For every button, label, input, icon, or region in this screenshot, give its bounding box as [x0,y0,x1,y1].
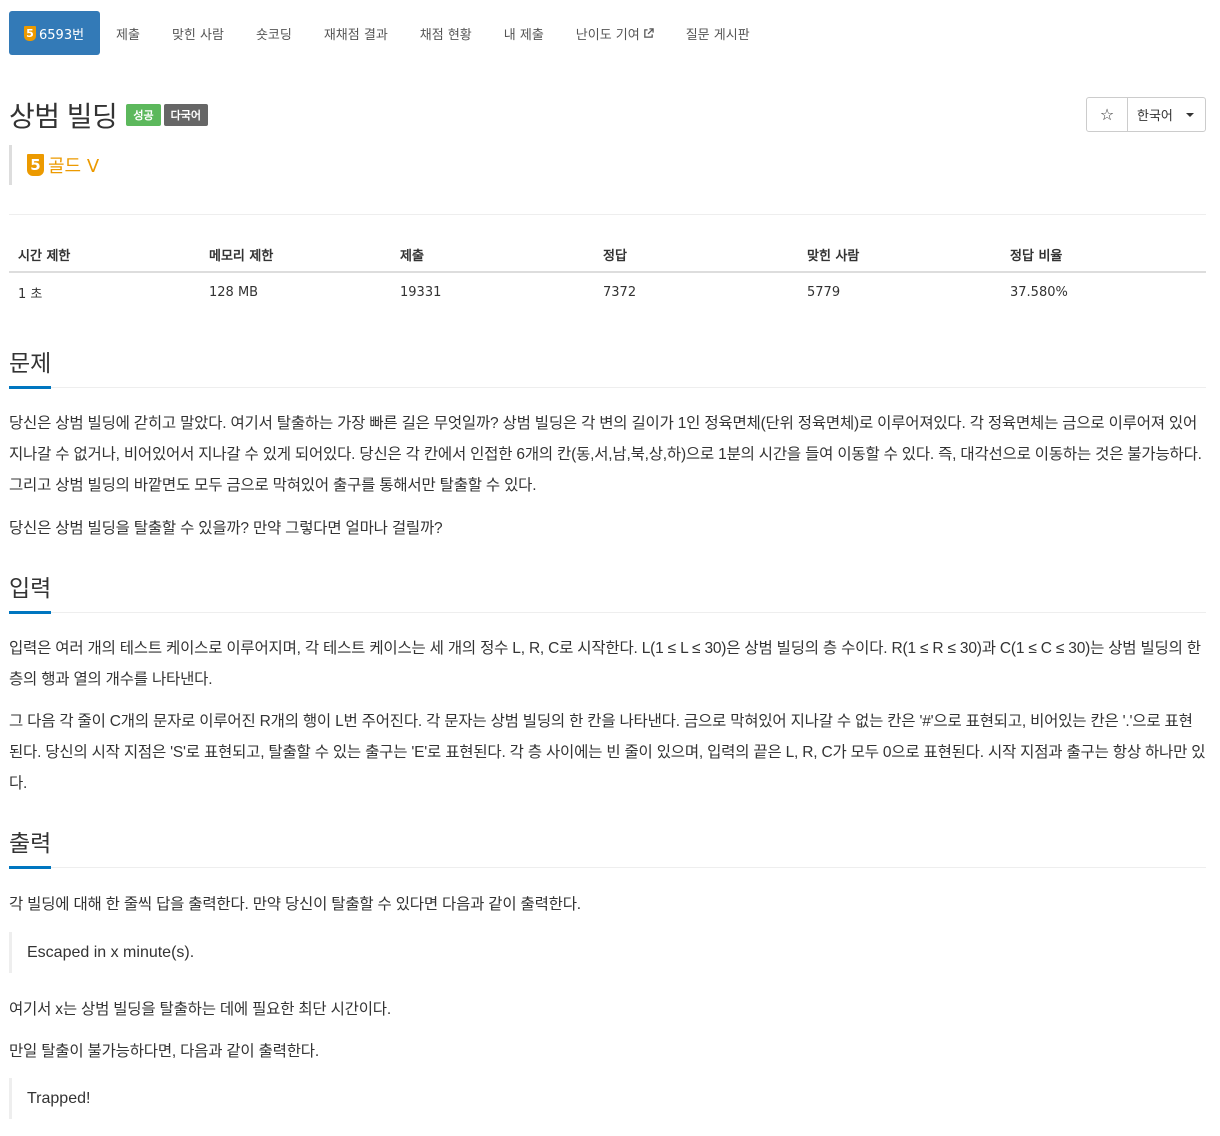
table-header-row: 시간 제한 메모리 제한 제출 정답 맞힌 사람 정답 비율 [9,237,1206,273]
star-button[interactable]: ☆ [1087,98,1128,131]
language-select-value: 한국어 [1137,109,1173,124]
divider [9,214,1206,215]
tab-solved-users[interactable]: 맞힌 사람 [156,11,240,55]
problem-description: 당신은 상범 빌딩에 갇히고 말았다. 여기서 탈출하는 가장 빠른 길은 무엇… [9,415,1202,494]
tab-rejudge[interactable]: 재채점 결과 [308,11,404,55]
tab-status[interactable]: 채점 현황 [404,11,488,55]
table-cell: 19331 [400,284,442,300]
table-cell: 128 MB [209,284,259,300]
language-select[interactable]: 한국어 [1128,98,1205,131]
tab-my-submissions[interactable]: 내 제출 [488,11,560,55]
input-description: 그 다음 각 줄이 C개의 문자로 이루어진 R개의 행이 L번 주어진다. 각… [9,713,1206,792]
table-row: 1 초 128 MB 19331 7372 5779 37.580% [9,272,1206,311]
tab-difficulty[interactable]: 난이도 기여 [560,11,670,55]
output-description: 각 빌딩에 대해 한 줄씩 답을 출력한다. 만약 당신이 탈출할 수 있다면 … [9,896,581,913]
tab-problem-label: 6593번 [39,27,85,43]
table-cell: 5779 [807,284,841,300]
output-sample-block: Trapped! [9,1078,1206,1119]
page-title: 상범 빌딩 [9,101,118,132]
input-description: 입력은 여러 개의 테스트 케이스로 이루어지며, 각 테스트 케이스는 세 개… [9,640,1201,688]
status-badge-multilang: 다국어 [163,104,208,126]
tab-questions[interactable]: 질문 게시판 [670,11,766,55]
output-sample-text: Trapped! [27,1089,91,1107]
section-title: 문제 [9,344,52,389]
section-title: 출력 [9,824,52,869]
section-input-header: 입력 [9,569,1206,614]
language-control: ☆ 한국어 [1086,97,1206,132]
table-header: 메모리 제한 [200,237,391,273]
tab-problem[interactable]: 5 6593번 [9,11,101,55]
section-output-header: 출력 [9,824,1206,869]
table-header: 정답 [594,237,798,273]
table-cell: 7372 [603,284,637,300]
status-badge-success: 성공 [126,104,161,126]
problem-stats-table: 시간 제한 메모리 제한 제출 정답 맞힌 사람 정답 비율 1 초 128 M… [9,237,1206,311]
output-description: 여기서 x는 상범 빌딩을 탈출하는 데에 필요한 최단 시간이다. [9,1001,391,1018]
tab-submit[interactable]: 제출 [100,11,156,55]
tier-info: 5 골드 V [9,145,99,185]
table-header: 제출 [391,237,594,273]
tier-link[interactable]: 골드 V [48,152,99,178]
star-icon: ☆ [1099,105,1115,124]
output-sample-block: Escaped in x minute(s). [9,932,1206,973]
section-title: 입력 [9,569,52,614]
table-header: 맞힌 사람 [798,237,1001,273]
output-sample-text: Escaped in x minute(s). [27,943,195,961]
external-link-icon [643,27,654,38]
problem-nav: 5 6593번 제출 맞힌 사람 숏코딩 재채점 결과 채점 현황 내 제출 난… [9,11,766,55]
title-row: 상범 빌딩 성공 다국어 [9,95,208,135]
section-problem-header: 문제 [9,344,1206,389]
problem-description: 당신은 상범 빌딩을 탈출할 수 있을까? 만약 그렇다면 얼마나 걸릴까? [9,520,443,537]
table-header: 시간 제한 [9,237,200,273]
tier-badge-icon: 5 [24,25,36,41]
output-description: 만일 탈출이 불가능하다면, 다음과 같이 출력한다. [9,1043,319,1060]
table-header: 정답 비율 [1001,237,1206,273]
table-cell: 37.580% [1010,284,1068,300]
tab-short-coding[interactable]: 숏코딩 [240,11,308,55]
table-cell: 1 초 [18,286,43,302]
caret-down-icon [1186,112,1194,117]
tier-badge-icon: 5 [27,154,44,176]
tab-difficulty-label: 난이도 기여 [575,27,640,43]
